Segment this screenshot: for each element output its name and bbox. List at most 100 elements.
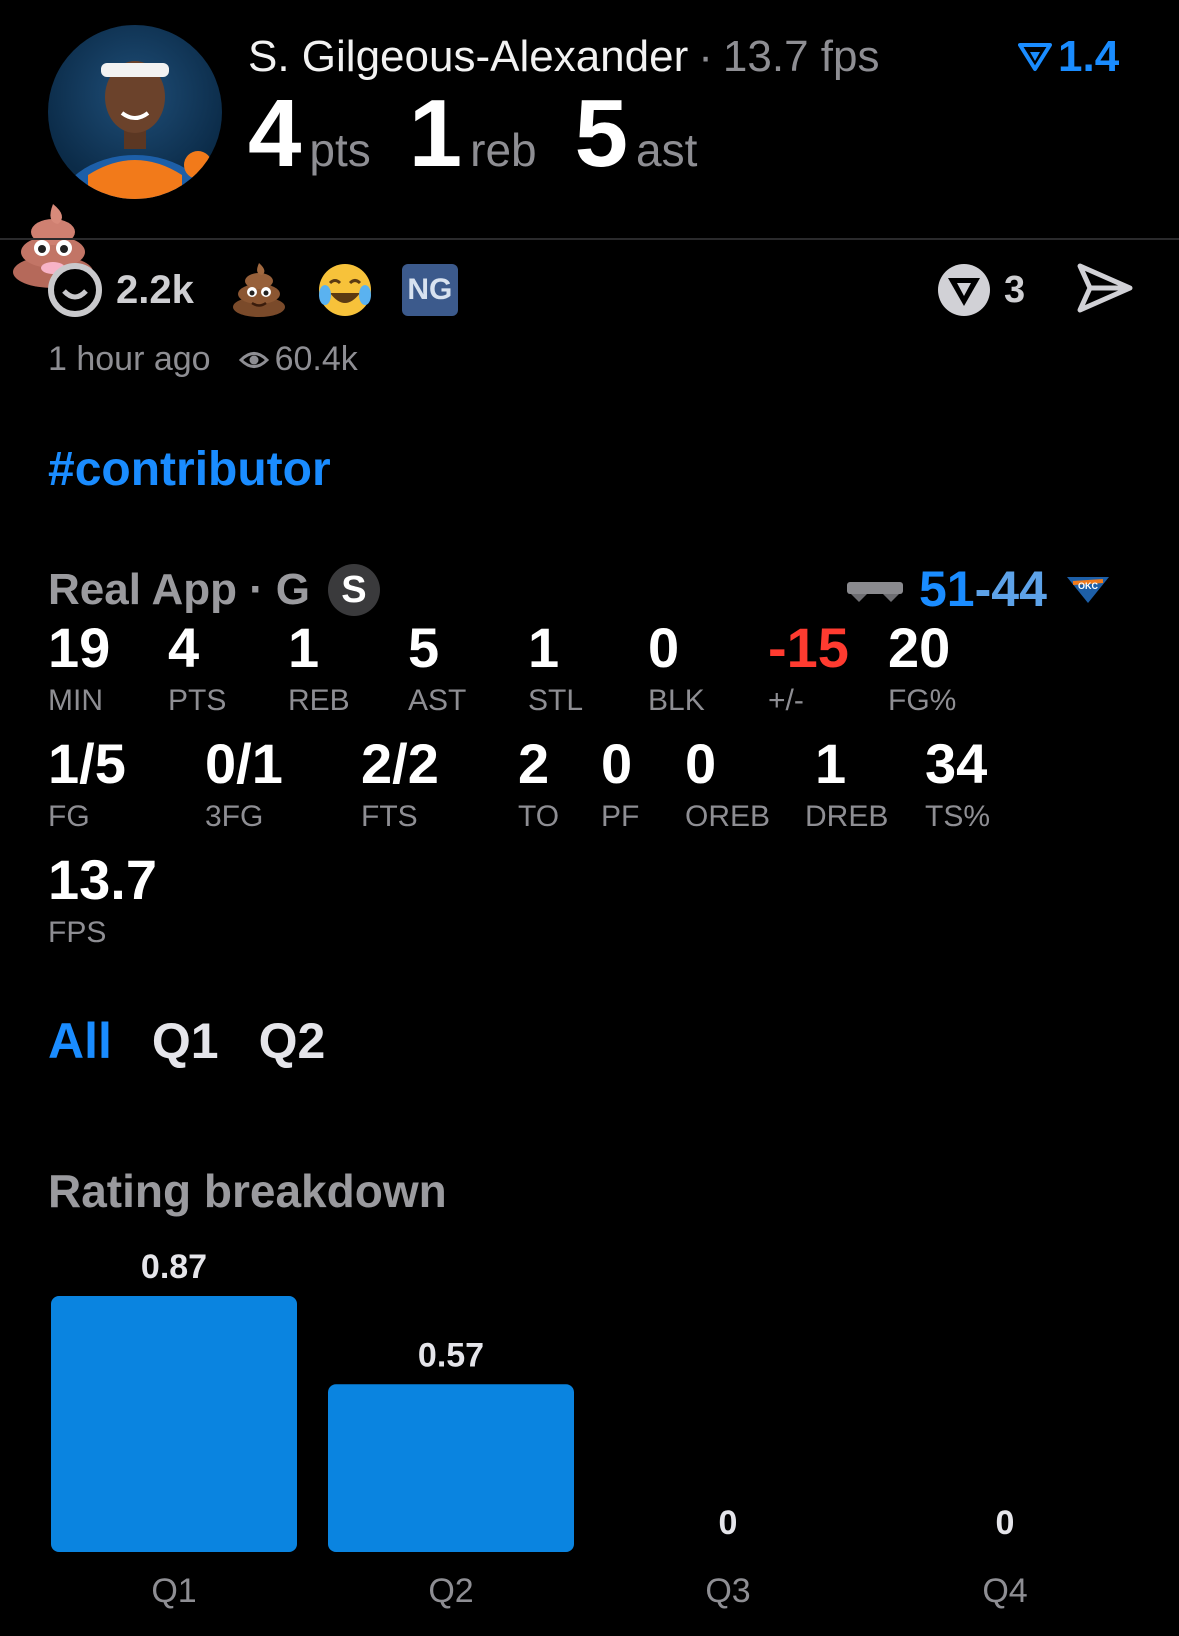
source-name: Real App	[48, 565, 238, 614]
stat-label: PF	[601, 800, 640, 833]
stat-value: 2	[518, 732, 550, 795]
bar-value-label: 0	[996, 1504, 1015, 1542]
separator-dot: ·	[249, 565, 264, 614]
bar-q1[interactable]	[51, 1296, 297, 1552]
rating-badge[interactable]: 1.4	[1018, 32, 1119, 82]
game-source: Real App · G S	[48, 564, 380, 616]
view-count: 60.4k	[274, 340, 358, 378]
score-dash: -	[974, 561, 992, 617]
stat-value: 4	[168, 616, 200, 679]
comment-button[interactable]: 3	[936, 260, 1025, 320]
stat-value: 1	[815, 732, 847, 795]
opponent-score: 44	[991, 561, 1047, 617]
stat-value: 1	[288, 616, 320, 679]
stat-label: DREB	[805, 800, 889, 833]
stat-value: 1/5	[48, 732, 126, 795]
bar-category-label: Q1	[151, 1572, 196, 1610]
stat-label: TO	[518, 800, 560, 833]
stat-dreb: 1 DREB	[805, 736, 888, 834]
stat-value: 20	[888, 616, 951, 679]
stat-fts: 2/2 FTS	[361, 736, 439, 834]
rating-logo-icon	[1018, 43, 1052, 71]
separator-dot: ·	[698, 32, 713, 81]
reb-value: 1	[408, 80, 463, 187]
bar-value-label: 0.87	[141, 1248, 207, 1286]
tab-q2[interactable]: Q2	[259, 1012, 326, 1070]
bar-category-label: Q4	[982, 1572, 1027, 1610]
stat-value: -15	[768, 616, 849, 679]
stat-label: +/-	[768, 684, 804, 717]
stat-pf: 0 PF	[601, 736, 639, 834]
smile-icon[interactable]	[48, 263, 102, 317]
stat-stl: 1 STL	[528, 620, 583, 718]
bar-value-label: 0.57	[418, 1336, 484, 1374]
spurs-logo-icon	[847, 582, 903, 602]
bar-value-label: 0	[719, 1504, 738, 1542]
stat-min: 19 MIN	[48, 620, 110, 718]
stat-label: TS%	[925, 800, 991, 833]
send-icon	[1077, 263, 1133, 313]
stat-pts: 4 PTS	[168, 620, 226, 718]
stat-label: FPS	[48, 916, 107, 949]
bar-category-label: Q3	[705, 1572, 750, 1610]
stat-label: REB	[288, 684, 350, 717]
player-headshot-icon	[57, 61, 213, 199]
statline: 4 pts 1 reb 5 ast	[248, 86, 735, 182]
reb-unit: reb	[470, 124, 537, 176]
ng-badge[interactable]: NG	[401, 264, 458, 316]
post-time: 1 hour ago	[48, 340, 211, 378]
stat-value: 13.7	[48, 848, 157, 911]
stat-label: STL	[528, 684, 584, 717]
poop-emoji-icon[interactable]	[230, 261, 288, 319]
okc-logo-icon: OKC	[1066, 577, 1109, 603]
player-name-text: S. Gilgeous-Alexander	[248, 32, 689, 81]
stat-value: 0	[685, 732, 717, 795]
reaction-count[interactable]: 2.2k	[116, 268, 194, 313]
section-title: Rating breakdown	[48, 1165, 447, 1217]
stat-label: OREB	[685, 800, 771, 833]
stat-to: 2 TO	[518, 736, 559, 834]
pts-value: 4	[248, 80, 302, 187]
stat-label: FTS	[361, 800, 418, 833]
stat-label: FG%	[888, 684, 957, 717]
tab-all[interactable]: All	[48, 1012, 112, 1070]
stat-fps: 13.7 FPS	[48, 852, 157, 950]
bar-q2[interactable]	[328, 1384, 574, 1552]
eye-icon	[238, 351, 269, 368]
share-button[interactable]	[1076, 262, 1134, 319]
tab-q1[interactable]: Q1	[152, 1012, 219, 1070]
divider	[0, 238, 1179, 240]
comment-count: 3	[1004, 268, 1026, 311]
stat-value: 19	[48, 616, 111, 679]
stat-value: 0	[648, 616, 680, 679]
stat-value: 0	[601, 732, 633, 795]
stat-value: 34	[925, 732, 988, 795]
fps-text: 13.7 fps	[722, 32, 880, 81]
stat-label: 3FG	[205, 800, 264, 833]
laugh-cry-emoji-icon[interactable]	[316, 261, 374, 319]
stat-label: MIN	[48, 684, 103, 717]
stat-oreb: 0 OREB	[685, 736, 770, 834]
reaction-bar: 2.2k NG	[48, 260, 458, 320]
svg-text:OKC: OKC	[1078, 581, 1099, 591]
hashtag-link[interactable]: #contributor	[48, 442, 331, 497]
stat-fg: 1/5 FG	[48, 736, 126, 834]
ast-value: 5	[574, 80, 629, 187]
stat-label: BLK	[648, 684, 705, 717]
stat-ast: 5 AST	[408, 620, 466, 718]
period-tabs: All Q1 Q2	[48, 1012, 325, 1070]
player-avatar[interactable]	[48, 25, 222, 199]
stat-value: 2/2	[361, 732, 439, 795]
ast-unit: ast	[636, 124, 698, 176]
stat-label: PTS	[168, 684, 227, 717]
stat-reb: 1 REB	[288, 620, 350, 718]
stat-value: 0/1	[205, 732, 283, 795]
position-label: G	[275, 565, 310, 614]
rating-value: 1.4	[1058, 32, 1120, 81]
stat-3fg: 0/1 3FG	[205, 736, 283, 834]
comment-logo-icon	[938, 264, 990, 316]
player-name[interactable]: S. Gilgeous-Alexander · 13.7 fps	[248, 32, 879, 82]
game-score[interactable]: 51-44 OKC	[845, 560, 1113, 618]
starter-badge: S	[327, 564, 380, 616]
stat-label: FG	[48, 800, 90, 833]
